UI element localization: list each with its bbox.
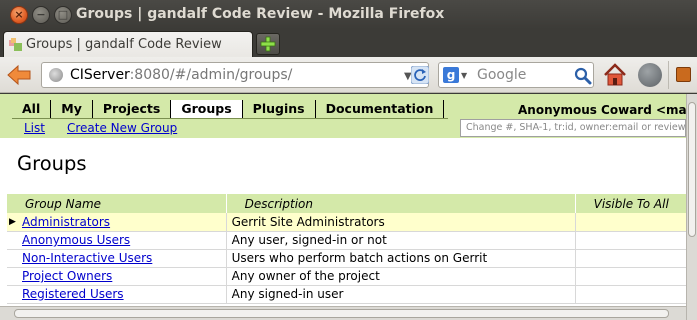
menu-all[interactable]: All xyxy=(12,100,50,118)
url-host: CIServer xyxy=(70,67,130,83)
main-menu: All My Projects Groups Plugins Documenta… xyxy=(12,100,445,118)
url-path: :8080/#/admin/groups/ xyxy=(129,67,293,83)
window-maximize-button[interactable]: □ xyxy=(54,6,72,24)
group-link[interactable]: Anonymous Users xyxy=(22,233,130,247)
page-viewport: All My Projects Groups Plugins Documenta… xyxy=(0,94,686,320)
reload-icon[interactable] xyxy=(411,66,429,84)
vertical-scrollbar[interactable] xyxy=(686,94,697,320)
submenu-list-link[interactable]: List xyxy=(24,121,45,135)
group-name-cell: Anonymous Users xyxy=(19,231,227,250)
tab-label: Groups | gandalf Code Review xyxy=(26,37,222,52)
group-description-cell: Gerrit Site Administrators xyxy=(225,213,576,232)
group-link[interactable]: Administrators xyxy=(22,215,110,229)
url-text[interactable]: CIServer:8080/#/admin/groups/ xyxy=(70,67,292,83)
search-icon[interactable] xyxy=(574,67,592,85)
row-pointer-icon: ▶ xyxy=(7,213,19,232)
back-arrow-icon[interactable] xyxy=(6,63,32,87)
table-row[interactable]: Project Owners Any owner of the project xyxy=(7,267,686,286)
group-visible-cell xyxy=(574,249,686,268)
group-link[interactable]: Non-Interactive Users xyxy=(22,251,152,265)
menu-projects[interactable]: Projects xyxy=(91,100,171,118)
menu-documentation[interactable]: Documentation xyxy=(314,100,444,118)
home-icon[interactable] xyxy=(602,62,628,88)
plus-icon xyxy=(260,36,276,52)
table-header-row: Group Name Description Visible To All xyxy=(7,194,686,213)
group-name-cell: Project Owners xyxy=(19,267,227,286)
tab-strip: Groups | gandalf Code Review xyxy=(0,29,697,58)
create-new-group-link[interactable]: Create New Group xyxy=(67,121,177,135)
vertical-scroll-thumb[interactable] xyxy=(688,102,696,237)
groups-table: Group Name Description Visible To All ▶ … xyxy=(7,194,686,304)
group-description-cell: Any user, signed-in or not xyxy=(225,231,576,250)
toolbar-separator xyxy=(668,61,669,89)
row-pointer-cell xyxy=(7,231,19,250)
extension-icon[interactable] xyxy=(676,67,691,82)
header-visible-to-all: Visible To All xyxy=(574,194,686,213)
table-row[interactable]: Non-Interactive Users Users who perform … xyxy=(7,249,686,268)
group-description-cell: Any signed-in user xyxy=(225,285,576,304)
table-row[interactable]: Anonymous Users Any user, signed-in or n… xyxy=(7,231,686,250)
maximize-icon: □ xyxy=(57,8,69,21)
minimize-icon: − xyxy=(36,8,46,21)
group-visible-cell xyxy=(574,285,686,304)
group-description-cell: Any owner of the project xyxy=(225,267,576,286)
table-row[interactable]: ▶ Administrators Gerrit Site Administrat… xyxy=(7,213,686,232)
window-title: Groups | gandalf Code Review - Mozilla F… xyxy=(76,6,445,22)
group-visible-cell xyxy=(574,213,686,232)
search-bar[interactable]: g ▼ Google xyxy=(438,62,594,88)
user-account-link[interactable]: Anonymous Coward <martin. xyxy=(518,103,686,117)
header-group-name: Group Name xyxy=(7,194,227,213)
row-pointer-cell xyxy=(7,249,19,268)
favicon-icon xyxy=(9,38,22,51)
window-titlebar: × − □ Groups | gandalf Code Review - Moz… xyxy=(0,0,697,29)
group-link[interactable]: Registered Users xyxy=(22,287,124,301)
group-visible-cell xyxy=(574,267,686,286)
menu-plugins[interactable]: Plugins xyxy=(243,100,315,118)
navigation-toolbar: CIServer:8080/#/admin/groups/ ▼ g ▼ Goog… xyxy=(0,57,697,93)
group-name-cell: Administrators xyxy=(19,213,227,232)
header-description: Description xyxy=(225,194,576,213)
window-close-button[interactable]: × xyxy=(10,6,28,24)
menu-my[interactable]: My xyxy=(50,100,92,118)
search-placeholder: Google xyxy=(477,67,527,83)
menu-end-divider xyxy=(443,100,445,118)
engine-dropdown-icon[interactable]: ▼ xyxy=(461,71,467,80)
group-name-cell: Registered Users xyxy=(19,285,227,304)
url-bar[interactable]: CIServer:8080/#/admin/groups/ ▼ xyxy=(41,62,429,88)
group-link[interactable]: Project Owners xyxy=(22,269,112,283)
horizontal-scroll-thumb[interactable] xyxy=(14,309,669,318)
close-icon: × xyxy=(14,8,24,21)
page-title: Groups xyxy=(17,152,87,175)
group-description-cell: Users who perform batch actions on Gerri… xyxy=(225,249,576,268)
table-row[interactable]: Registered Users Any signed-in user xyxy=(7,285,686,304)
new-tab-button[interactable] xyxy=(256,33,280,55)
gerrit-header: All My Projects Groups Plugins Documenta… xyxy=(0,94,686,138)
google-engine-icon[interactable]: g xyxy=(443,67,459,83)
group-visible-cell xyxy=(574,231,686,250)
sub-menu: List Create New Group xyxy=(24,121,177,135)
horizontal-scrollbar[interactable] xyxy=(0,306,686,320)
group-name-cell: Non-Interactive Users xyxy=(19,249,227,268)
window-minimize-button[interactable]: − xyxy=(32,6,50,24)
change-search-input[interactable]: Change #, SHA-1, tr:id, owner:email or r… xyxy=(460,119,686,137)
row-pointer-cell xyxy=(7,285,19,304)
row-pointer-cell xyxy=(7,267,19,286)
menu-groups[interactable]: Groups xyxy=(170,100,243,118)
evernote-extension-icon[interactable] xyxy=(638,63,662,87)
browser-tab[interactable]: Groups | gandalf Code Review xyxy=(3,31,253,58)
site-identity-icon[interactable] xyxy=(49,68,63,82)
menu-underline xyxy=(12,118,448,119)
